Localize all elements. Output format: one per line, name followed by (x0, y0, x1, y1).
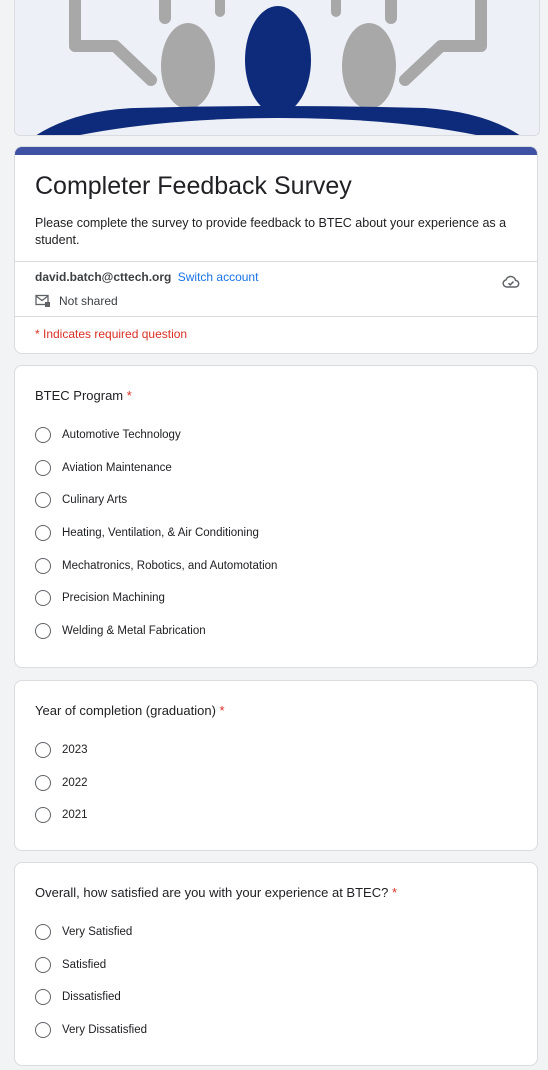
radio-button[interactable] (35, 622, 51, 639)
option-label: 2021 (62, 809, 88, 822)
option-label: Dissatisfied (62, 991, 121, 1004)
switch-account-link[interactable]: Switch account (178, 270, 259, 284)
option-label: Mechatronics, Robotics, and Automotation (62, 559, 278, 572)
radio-button[interactable] (35, 989, 51, 1006)
question-card-satisfaction: Overall, how satisfied are you with your… (14, 862, 538, 1066)
account-email: david.batch@cttech.org (35, 270, 172, 284)
option-label: 2023 (62, 744, 88, 757)
radio-button[interactable] (35, 557, 51, 574)
option-label: Aviation Maintenance (62, 461, 172, 474)
required-asterisk: * (391, 885, 398, 900)
question-text: Overall, how satisfied are you with your… (35, 885, 389, 900)
option-label: Culinary Arts (62, 494, 128, 507)
banner-logo-image (36, 0, 520, 135)
radio-button[interactable] (35, 774, 51, 791)
cloud-check-icon[interactable] (501, 272, 521, 292)
radio-option[interactable]: Automotive Technology (35, 419, 517, 452)
radio-button[interactable] (35, 742, 51, 759)
form-title: Completer Feedback Survey (35, 172, 352, 200)
radio-button[interactable] (35, 492, 51, 509)
radio-option[interactable]: 2021 (35, 799, 517, 832)
option-label: Automotive Technology (62, 429, 181, 442)
radio-option[interactable]: Aviation Maintenance (35, 452, 517, 485)
radio-button[interactable] (35, 1022, 51, 1039)
radio-option[interactable]: 2022 (35, 767, 517, 800)
header-banner (14, 0, 540, 136)
mail-lock-icon (35, 294, 50, 307)
option-label: Precision Machining (62, 592, 165, 605)
form-header-card: Completer Feedback Survey Please complet… (14, 146, 538, 354)
radio-option[interactable]: Satisfied (35, 949, 517, 982)
option-label: Very Dissatisfied (62, 1024, 148, 1037)
radio-option[interactable]: Welding & Metal Fabrication (35, 615, 517, 648)
radio-option[interactable]: Precision Machining (35, 582, 517, 615)
option-label: Satisfied (62, 958, 107, 971)
radio-button[interactable] (35, 956, 51, 973)
radio-button[interactable] (35, 590, 51, 607)
question-title: BTEC Program * (35, 388, 517, 403)
radio-button[interactable] (35, 459, 51, 476)
required-note: * Indicates required question (35, 327, 188, 341)
option-label: Heating, Ventilation, & Air Conditioning (62, 527, 259, 540)
required-asterisk: * (126, 388, 132, 403)
radio-option[interactable]: Culinary Arts (35, 484, 517, 517)
radio-option[interactable]: Very Satisfied (35, 916, 517, 949)
radio-option[interactable]: Mechatronics, Robotics, and Automotation (35, 549, 517, 582)
share-status: Not shared (59, 294, 118, 308)
radio-option[interactable]: Very Dissatisfied (35, 1014, 517, 1047)
question-title: Overall, how satisfied are you with your… (35, 885, 517, 900)
radio-option[interactable]: 2023 (35, 734, 517, 767)
header-accent-bar (15, 147, 537, 155)
radio-button[interactable] (35, 525, 51, 542)
radio-option[interactable]: Heating, Ventilation, & Air Conditioning (35, 517, 517, 550)
question-card-program: BTEC Program * Automotive Technology Avi… (14, 365, 538, 668)
option-label: Welding & Metal Fabrication (62, 624, 206, 637)
question-text: Year of completion (graduation) (35, 703, 216, 718)
account-section: david.batch@cttech.org Switch account No… (15, 262, 537, 316)
required-asterisk: * (219, 703, 225, 718)
radio-button[interactable] (35, 924, 51, 941)
radio-option[interactable]: Dissatisfied (35, 981, 517, 1014)
question-text: BTEC Program (35, 388, 124, 403)
radio-button[interactable] (35, 427, 51, 444)
option-label: 2022 (62, 776, 88, 789)
question-card-year: Year of completion (graduation) * 2023 2… (14, 680, 538, 851)
radio-button[interactable] (35, 807, 51, 824)
question-title: Year of completion (graduation) * (35, 703, 517, 718)
form-description: Please complete the survey to provide fe… (35, 216, 507, 247)
option-label: Very Satisfied (62, 926, 133, 939)
